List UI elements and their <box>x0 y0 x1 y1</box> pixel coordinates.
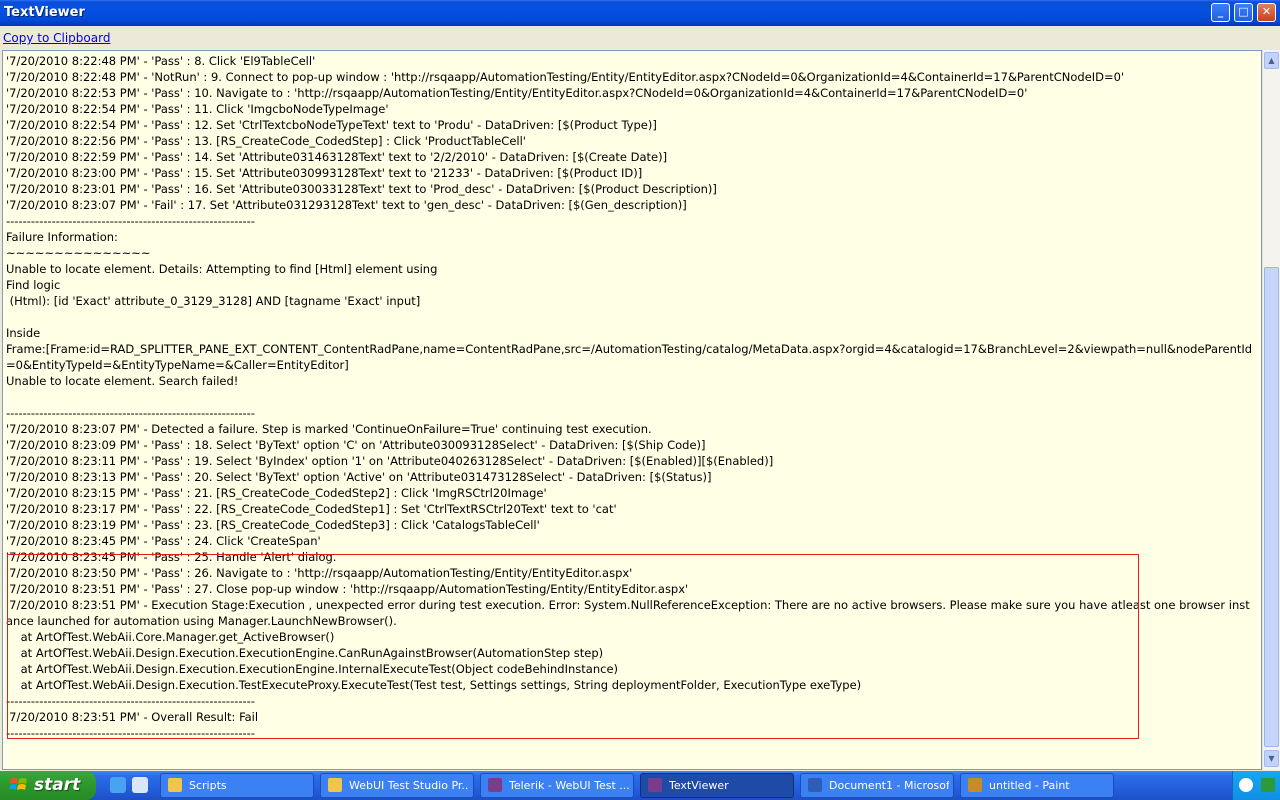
start-label: start <box>34 775 81 795</box>
log-line: Frame:[Frame:id=RAD_SPLITTER_PANE_EXT_CO… <box>6 342 1253 372</box>
log-line: Unable to locate element. Details: Attem… <box>6 262 438 276</box>
log-lines: '7/20/2010 8:22:48 PM' - 'Pass' : 8. Cli… <box>6 53 1256 741</box>
log-line: '7/20/2010 8:23:07 PM' - Detected a fail… <box>6 422 652 436</box>
log-line: '7/20/2010 8:22:54 PM' - 'Pass' : 12. Se… <box>6 118 657 132</box>
log-line: '7/20/2010 8:23:17 PM' - 'Pass' : 22. [R… <box>6 502 617 516</box>
window-titlebar[interactable]: TextViewer _ □ ✕ <box>0 0 1280 26</box>
log-line: '7/20/2010 8:22:59 PM' - 'Pass' : 14. Se… <box>6 150 668 164</box>
log-text-area[interactable]: '7/20/2010 8:22:48 PM' - 'Pass' : 8. Cli… <box>2 50 1262 770</box>
log-line: '7/20/2010 8:23:13 PM' - 'Pass' : 20. Se… <box>6 470 712 484</box>
paint-icon <box>968 778 982 792</box>
log-line: '7/20/2010 8:23:01 PM' - 'Pass' : 16. Se… <box>6 182 717 196</box>
scroll-down-button[interactable]: ▼ <box>1264 750 1279 767</box>
taskbar-item-label: TextViewer <box>669 779 729 792</box>
taskbar: start Scripts WebUI Test Studio Pr... Tele… <box>0 771 1280 800</box>
folder-icon <box>328 778 342 792</box>
vertical-scrollbar[interactable]: ▲ ▼ <box>1262 50 1280 770</box>
log-line: ----------------------------------------… <box>6 726 255 740</box>
log-line: ----------------------------------------… <box>6 694 255 708</box>
log-line: ~~~~~~~~~~~~~~~ <box>6 246 151 260</box>
taskbar-item-label: Document1 - Microsof... <box>829 779 949 792</box>
maximize-button[interactable]: □ <box>1234 3 1253 22</box>
taskbar-item[interactable]: Scripts <box>160 773 314 798</box>
log-line: '7/20/2010 8:23:45 PM' - 'Pass' : 24. Cl… <box>6 534 321 548</box>
taskbar-item[interactable]: Telerik - WebUI Test ... <box>480 773 634 798</box>
log-line: '7/20/2010 8:23:51 PM' - 'Pass' : 27. Cl… <box>6 582 689 596</box>
system-tray <box>1232 771 1280 800</box>
word-icon <box>808 778 822 792</box>
log-line: '7/20/2010 8:23:11 PM' - 'Pass' : 19. Se… <box>6 454 774 468</box>
log-line: Find logic <box>6 278 61 292</box>
log-line: '7/20/2010 8:23:00 PM' - 'Pass' : 15. Se… <box>6 166 643 180</box>
log-line: '7/20/2010 8:23:07 PM' - 'Fail' : 17. Se… <box>6 198 687 212</box>
tray-expand-icon[interactable] <box>1239 778 1253 792</box>
log-line: Failure Information: <box>6 230 118 244</box>
taskbar-item[interactable]: Document1 - Microsof... <box>800 773 954 798</box>
desktop-quicklaunch-icon[interactable] <box>132 777 148 793</box>
log-line: at ArtOfTest.WebAii.Design.Execution.Exe… <box>6 646 604 660</box>
log-line: ----------------------------------------… <box>6 406 255 420</box>
log-line: '7/20/2010 8:23:51 PM' - Execution Stage… <box>6 598 1250 628</box>
taskbar-item-label: Telerik - WebUI Test ... <box>509 779 629 792</box>
taskbar-item-label: WebUI Test Studio Pr... <box>349 779 469 792</box>
log-line: '7/20/2010 8:22:54 PM' - 'Pass' : 11. Cl… <box>6 102 389 116</box>
taskbar-item[interactable]: untitled - Paint <box>960 773 1114 798</box>
log-line: '7/20/2010 8:23:51 PM' - Overall Result:… <box>6 710 259 724</box>
app-icon <box>488 778 502 792</box>
log-line: '7/20/2010 8:22:48 PM' - 'NotRun' : 9. C… <box>6 70 1125 84</box>
log-line: '7/20/2010 8:22:48 PM' - 'Pass' : 8. Cli… <box>6 54 316 68</box>
log-line: ----------------------------------------… <box>6 214 255 228</box>
log-line: '7/20/2010 8:23:45 PM' - 'Pass' : 25. Ha… <box>6 550 337 564</box>
log-line: '7/20/2010 8:23:09 PM' - 'Pass' : 18. Se… <box>6 438 706 452</box>
copy-to-clipboard-link[interactable]: Copy to Clipboard <box>3 31 110 45</box>
taskbar-item[interactable]: WebUI Test Studio Pr... <box>320 773 474 798</box>
log-line: at ArtOfTest.WebAii.Design.Execution.Tes… <box>6 678 862 692</box>
scroll-thumb[interactable] <box>1264 267 1279 747</box>
taskbar-item-label: Scripts <box>189 779 227 792</box>
log-line: Inside <box>6 326 41 340</box>
window-title: TextViewer <box>4 5 85 20</box>
log-line: '7/20/2010 8:22:56 PM' - 'Pass' : 13. [R… <box>6 134 526 148</box>
app-icon <box>648 778 662 792</box>
log-line: (Html): [id 'Exact' attribute_0_3129_312… <box>6 294 421 308</box>
log-line: '7/20/2010 8:23:15 PM' - 'Pass' : 21. [R… <box>6 486 547 500</box>
ie-quicklaunch-icon[interactable] <box>110 777 126 793</box>
scroll-up-button[interactable]: ▲ <box>1264 52 1279 69</box>
close-button[interactable]: ✕ <box>1257 3 1276 22</box>
log-line: at ArtOfTest.WebAii.Core.Manager.get_Act… <box>6 630 335 644</box>
log-line: '7/20/2010 8:23:19 PM' - 'Pass' : 23. [R… <box>6 518 540 532</box>
windows-logo-icon <box>10 778 27 790</box>
taskbar-item-label: untitled - Paint <box>989 779 1070 792</box>
folder-icon <box>168 778 182 792</box>
log-line: '7/20/2010 8:22:53 PM' - 'Pass' : 10. Na… <box>6 86 1028 100</box>
log-line: Unable to locate element. Search failed! <box>6 374 239 388</box>
taskbar-item[interactable]: TextViewer <box>640 773 794 798</box>
log-line: '7/20/2010 8:23:50 PM' - 'Pass' : 26. Na… <box>6 566 633 580</box>
minimize-button[interactable]: _ <box>1211 3 1230 22</box>
toolbar: Copy to Clipboard <box>0 26 1280 50</box>
log-line: at ArtOfTest.WebAii.Design.Execution.Exe… <box>6 662 619 676</box>
tray-app-icon[interactable] <box>1261 778 1275 792</box>
start-button[interactable]: start <box>0 771 96 800</box>
